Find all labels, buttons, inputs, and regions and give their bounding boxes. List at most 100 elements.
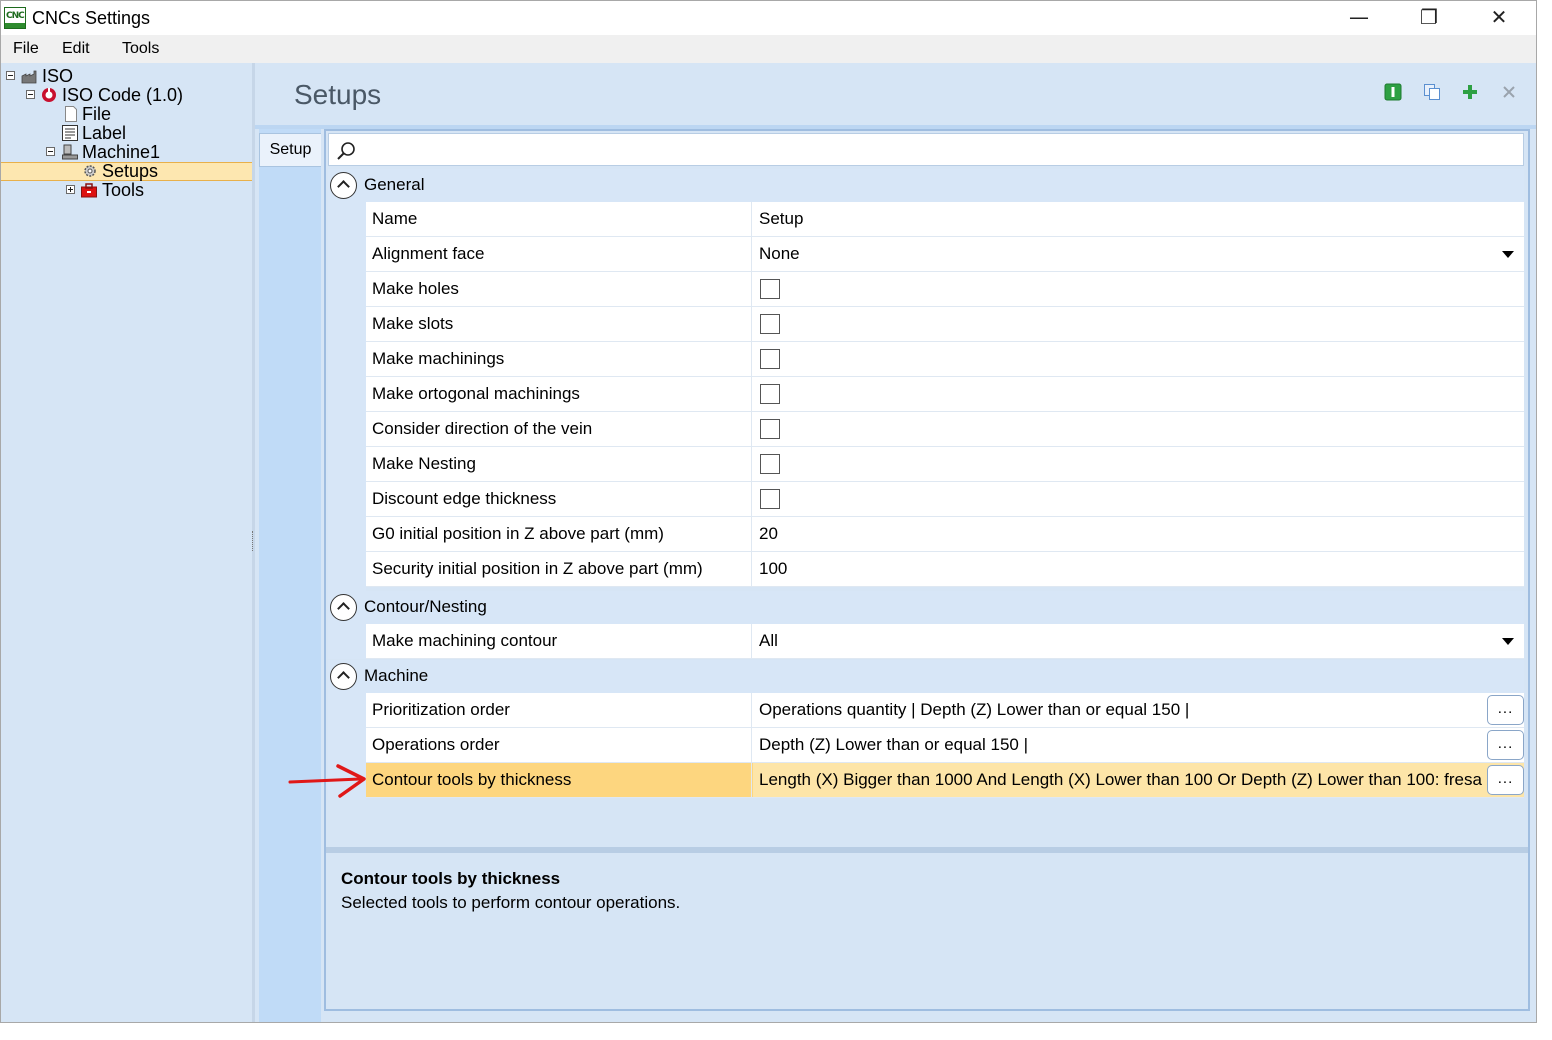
checkbox[interactable] — [760, 489, 780, 509]
ellipsis-button[interactable]: ... — [1487, 765, 1524, 795]
delete-icon[interactable] — [1500, 83, 1518, 101]
search-icon — [336, 141, 356, 161]
tree-item-label[interactable]: Label — [1, 123, 252, 143]
info-icon[interactable] — [1384, 83, 1402, 101]
property-value-dropdown[interactable]: None — [753, 237, 1524, 271]
dropdown-value: All — [759, 631, 778, 650]
property-name: Contour tools by thickness — [366, 763, 752, 797]
description-title: Contour tools by thickness — [341, 869, 561, 888]
page-title: Setups — [294, 79, 382, 110]
window-title: CNCs Settings — [32, 8, 151, 28]
category-indent — [328, 624, 366, 659]
property-row[interactable]: Consider direction of the vein — [366, 412, 1524, 447]
property-row-selected[interactable]: Contour tools by thickness Length (X) Bi… — [366, 763, 1524, 798]
maximize-button[interactable]: ❐ — [1394, 1, 1464, 35]
checkbox[interactable] — [760, 454, 780, 474]
dropdown-arrow-icon[interactable] — [1502, 251, 1514, 258]
tree-label: Machine1 — [82, 142, 161, 162]
property-row[interactable]: Security initial position in Z above par… — [366, 552, 1524, 587]
dropdown-arrow-icon[interactable] — [1502, 638, 1514, 645]
setups-panel: Setups Setup General Name Setup Alignmen… — [255, 63, 1536, 1022]
menu-edit[interactable]: Edit — [62, 40, 90, 58]
property-name: Consider direction of the vein — [366, 412, 752, 446]
checkbox[interactable] — [760, 419, 780, 439]
tree-item-iso[interactable]: ISO — [1, 66, 252, 86]
property-row[interactable]: Discount edge thickness — [366, 482, 1524, 517]
property-name: Alignment face — [366, 237, 752, 271]
tree-item-machine1[interactable]: Machine1 — [1, 142, 252, 162]
property-name: Discount edge thickness — [366, 482, 752, 516]
tree-item-tools[interactable]: Tools — [1, 180, 252, 200]
property-name: Name — [366, 202, 752, 236]
app-icon-bar — [5, 23, 25, 28]
property-row[interactable]: Make Nesting — [366, 447, 1524, 482]
property-name: Make ortogonal machinings — [366, 377, 752, 411]
checkbox[interactable] — [760, 384, 780, 404]
tree-label: ISO Code (1.0) — [62, 85, 184, 105]
add-icon[interactable] — [1461, 83, 1479, 101]
tree-pane: ISO ISO Code (1.0) File Label Machine1 S… — [1, 63, 252, 1022]
toolbox-icon — [81, 182, 97, 198]
tree-item-iso-code[interactable]: ISO Code (1.0) — [1, 85, 252, 105]
close-button[interactable]: ✕ — [1464, 1, 1534, 35]
checkbox[interactable] — [760, 314, 780, 334]
label-icon — [62, 125, 78, 141]
category-label: General — [364, 175, 425, 194]
property-row[interactable]: Make holes — [366, 272, 1524, 307]
menu-tools[interactable]: Tools — [122, 40, 159, 58]
property-name: Make Nesting — [366, 447, 752, 481]
gear-icon — [82, 163, 98, 179]
property-value-input[interactable]: 100 — [753, 552, 1524, 586]
category-general: General — [328, 169, 1524, 202]
property-row[interactable]: Operations order Depth (Z) Lower than or… — [366, 728, 1524, 763]
property-value-input[interactable]: Setup — [753, 202, 1524, 236]
checkbox[interactable] — [760, 349, 780, 369]
collapse-icon[interactable] — [46, 147, 55, 156]
tree-label: ISO — [42, 66, 74, 86]
description-text: Selected tools to perform contour operat… — [341, 893, 681, 912]
property-row[interactable]: Make machining contour All — [366, 624, 1524, 659]
property-row[interactable]: Make slots — [366, 307, 1524, 342]
property-value-text: Length (X) Bigger than 1000 And Length (… — [759, 770, 1521, 789]
tree-item-setups[interactable]: Setups — [1, 161, 252, 181]
collapse-icon[interactable] — [330, 594, 357, 621]
copy-icon[interactable] — [1423, 83, 1441, 101]
property-value — [753, 482, 1524, 516]
property-row[interactable]: Make ortogonal machinings — [366, 377, 1524, 412]
property-row[interactable]: Name Setup — [366, 202, 1524, 237]
description-splitter[interactable] — [326, 847, 1528, 853]
property-row[interactable]: Make machinings — [366, 342, 1524, 377]
property-value-text: Depth (Z) Lower than or equal 150 | — [759, 735, 1029, 754]
tree-item-file[interactable]: File — [1, 104, 252, 124]
minimize-button[interactable]: — — [1324, 1, 1394, 35]
tree-label: Tools — [102, 180, 145, 200]
collapse-icon[interactable] — [330, 663, 357, 690]
collapse-icon[interactable] — [330, 172, 357, 199]
menu-file[interactable]: File — [13, 40, 39, 58]
property-row[interactable]: Prioritization order Operations quantity… — [366, 693, 1524, 728]
collapse-icon[interactable] — [6, 71, 15, 80]
checkbox[interactable] — [760, 279, 780, 299]
collapse-icon[interactable] — [26, 90, 35, 99]
property-name: Security initial position in Z above par… — [366, 552, 752, 586]
property-value: Operations quantity | Depth (Z) Lower th… — [753, 693, 1524, 727]
search-box[interactable] — [328, 133, 1524, 166]
category-indent — [328, 202, 366, 591]
ellipsis-button[interactable]: ... — [1487, 730, 1524, 760]
expand-icon[interactable] — [66, 185, 75, 194]
property-value — [753, 377, 1524, 411]
category-machine: Machine — [328, 660, 1524, 693]
property-row[interactable]: G0 initial position in Z above part (mm)… — [366, 517, 1524, 552]
property-row[interactable]: Alignment face None — [366, 237, 1524, 272]
property-value-input[interactable]: 20 — [753, 517, 1524, 551]
property-value-dropdown[interactable]: All — [753, 624, 1524, 658]
property-value — [753, 447, 1524, 481]
property-panel: General Name Setup Alignment face None M… — [324, 129, 1530, 1011]
tab-setup[interactable]: Setup — [259, 133, 321, 167]
menu-bar: File Edit Tools — [1, 35, 1536, 63]
tree-label: Setups — [102, 161, 159, 181]
ellipsis-button[interactable]: ... — [1487, 695, 1524, 725]
property-value: Length (X) Bigger than 1000 And Length (… — [753, 763, 1524, 797]
tab-side-bar — [259, 129, 321, 1022]
property-name: Make machining contour — [366, 624, 752, 658]
